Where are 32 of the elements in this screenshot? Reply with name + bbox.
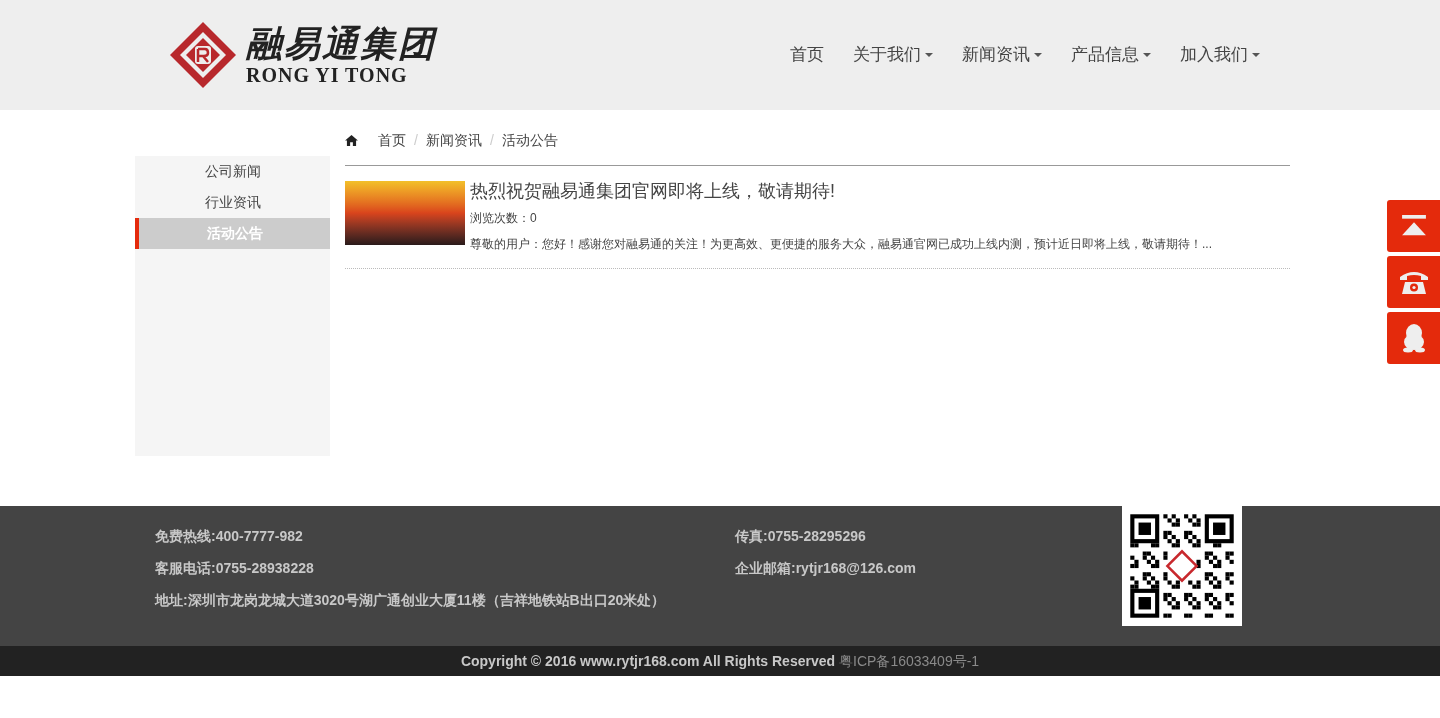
- logo-subtitle: RONG YI TONG: [246, 65, 409, 85]
- breadcrumb-link[interactable]: 首页: [378, 130, 406, 151]
- view-count: 浏览次数：0: [470, 210, 538, 227]
- footer-text: 客服电话:0755-28938228: [155, 559, 315, 578]
- logo-icon: [168, 20, 238, 90]
- nav-link[interactable]: 首页: [790, 42, 824, 68]
- float-button[interactable]: [1387, 312, 1440, 364]
- breadcrumb-link[interactable]: 活动公告: [501, 130, 558, 151]
- nav-link[interactable]: 关于我们: [853, 42, 933, 68]
- icp-link[interactable]: 粤ICP备16033409号-1: [839, 650, 980, 672]
- breadcrumb-separator: /: [489, 131, 494, 150]
- article-summary: 尊敬的用户：您好！感谢您对融易通的关注！为更高效、更便捷的服务大众，融易通官网已成功上线内测，预计近日即将上线，敬请期待！...: [470, 236, 1212, 253]
- copyright-text: Copyright © 2016 www.rytjr168.com All Rights Reserved: [460, 651, 836, 671]
- back-to-top-icon: [1399, 215, 1428, 237]
- sidebar-item[interactable]: 行业资讯: [135, 187, 330, 218]
- footer-text: 免费热线:400-7777-982: [155, 527, 304, 546]
- nav-link[interactable]: 新闻资讯: [962, 42, 1042, 68]
- float-button[interactable]: [1387, 200, 1440, 252]
- home-icon: [345, 135, 358, 146]
- footer-text: 传真:0755-28295296: [735, 527, 867, 546]
- footer-text: 企业邮箱:rytjr168@126.com: [735, 559, 917, 578]
- nav-link[interactable]: 产品信息: [1071, 42, 1151, 68]
- sidebar-item[interactable]: 公司新闻: [135, 156, 330, 187]
- nav-link[interactable]: 加入我们: [1180, 42, 1260, 68]
- telephone-icon: [1398, 269, 1429, 295]
- footer-text: 地址:深圳市龙岗龙城大道3020号湖广通创业大厦11楼（吉祥地铁站B出口20米处）: [155, 591, 667, 610]
- penguin-icon: [1400, 323, 1427, 353]
- logo-title: 融易通集团: [246, 25, 436, 61]
- float-button[interactable]: [1387, 256, 1440, 308]
- article-title[interactable]: 热烈祝贺融易通集团官网即将上线，敬请期待!: [470, 181, 1212, 201]
- breadcrumb-separator: /: [414, 131, 418, 150]
- breadcrumb-link[interactable]: 新闻资讯: [425, 130, 482, 151]
